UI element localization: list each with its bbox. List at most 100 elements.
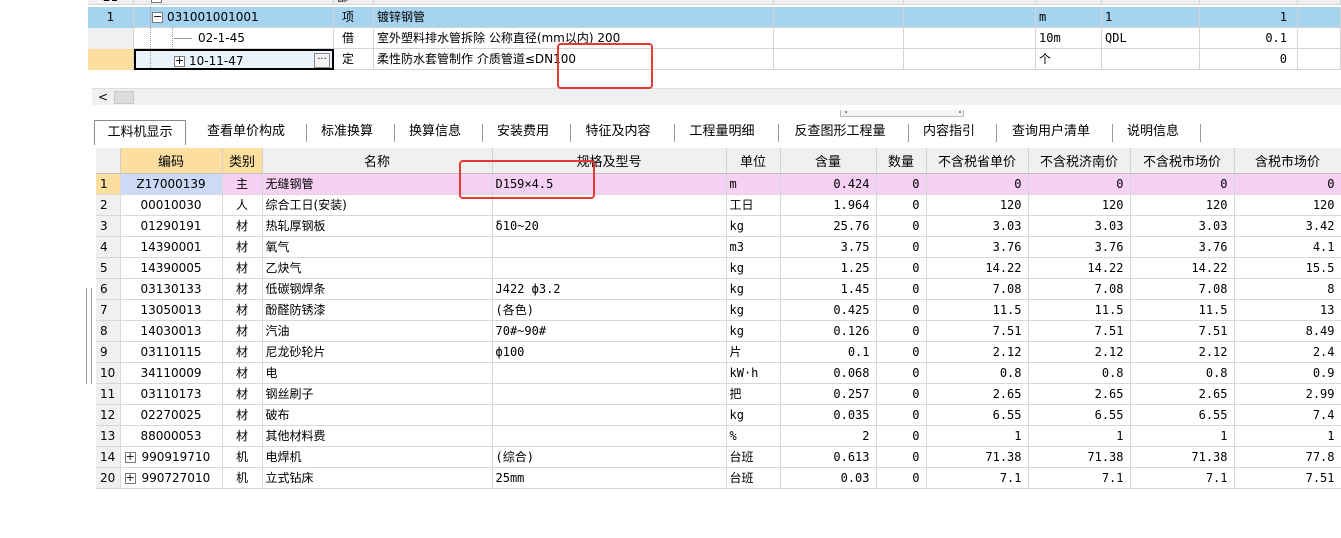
jinan-price-cell[interactable]: 7.08 — [1028, 278, 1131, 300]
tab-reverse-graphic-quantity[interactable]: 反查图形工程量 — [786, 120, 894, 145]
spec-cell[interactable]: ф100 — [492, 341, 727, 363]
spec-cell[interactable] — [492, 383, 727, 405]
province-price-cell[interactable]: 7.1 — [926, 467, 1029, 489]
expand-icon[interactable]: + — [124, 451, 136, 463]
name-cell[interactable]: 乙炔气 — [262, 257, 493, 279]
name-cell[interactable]: 其他材料费 — [262, 425, 493, 447]
jinan-price-cell[interactable]: 1 — [1028, 425, 1131, 447]
spec-cell[interactable]: 70#~90# — [492, 320, 727, 342]
market-price-cell[interactable]: 14.22 — [1130, 257, 1235, 279]
market-price-tax-cell[interactable]: 120 — [1234, 194, 1341, 216]
qty-cell[interactable]: 1 — [1200, 7, 1298, 28]
name-cell[interactable]: 汽油 — [262, 320, 493, 342]
type-cell[interactable]: 材 — [222, 383, 263, 405]
type-cell[interactable]: 材 — [222, 257, 263, 279]
name-cell[interactable]: 热轧厚钢板 — [262, 215, 493, 237]
name-cell[interactable]: 钢丝刷子 — [262, 383, 493, 405]
content-cell[interactable]: 1.45 — [780, 278, 877, 300]
unit-cell[interactable]: m — [726, 173, 781, 195]
name-cell[interactable]: 无缝钢管 — [262, 173, 493, 195]
unit-cell[interactable]: % — [726, 425, 781, 447]
unit-cell[interactable]: kg — [726, 257, 781, 279]
resource-row[interactable]: 14 +990919710 机电焊机 (综合) 台班 0.613 0 71.38 71.38 71… — [96, 446, 1341, 468]
market-price-cell[interactable]: 1 — [1130, 425, 1235, 447]
code-cell[interactable]: +990727010 — [120, 467, 223, 489]
code-cell[interactable]: 00010030 — [120, 194, 223, 216]
tab-content-guide[interactable]: 内容指引 — [916, 120, 982, 145]
unit-cell[interactable]: kg — [726, 299, 781, 321]
market-price-tax-cell[interactable]: 1 — [1234, 425, 1341, 447]
name-cell[interactable]: 酚醛防锈漆 — [262, 299, 493, 321]
resource-row[interactable]: 5 14390005 材乙炔气 kg 1.25 0 14.22 14.22 14.22 15.5 — [96, 257, 1341, 279]
province-price-cell[interactable]: 120 — [926, 194, 1029, 216]
province-price-cell[interactable]: 6.55 — [926, 404, 1029, 426]
tab-quantity-detail[interactable]: 工程量明细 — [682, 120, 762, 145]
content-cell[interactable]: 0.068 — [780, 362, 877, 384]
jinan-price-cell[interactable]: 2.12 — [1028, 341, 1131, 363]
col-header-content[interactable]: 含量 — [780, 148, 877, 174]
qty-cell[interactable]: 0 — [1200, 49, 1298, 70]
resource-row[interactable]: 13 88000053 材其他材料费% 2 0 1 1 1 1 — [96, 425, 1341, 447]
quantity-cell[interactable]: 0 — [876, 383, 927, 405]
expand-icon[interactable]: + — [174, 55, 185, 67]
tab-unit-price-composition[interactable]: 查看单价构成 — [200, 120, 292, 145]
jinan-price-cell[interactable]: 2.65 — [1028, 383, 1131, 405]
content-cell[interactable]: 0.03 — [780, 467, 877, 489]
resource-row[interactable]: 10 34110009 材电 kW·h 0.068 0 0.8 0.8 0.8 0.9 — [96, 362, 1341, 384]
province-price-cell[interactable]: 1 — [926, 425, 1029, 447]
jinan-price-cell[interactable]: 14.22 — [1028, 257, 1131, 279]
province-price-cell[interactable]: 2.65 — [926, 383, 1029, 405]
col-header-code[interactable]: 编码 — [120, 148, 223, 174]
jinan-price-cell[interactable]: 6.55 — [1028, 404, 1131, 426]
name-cell[interactable]: 尼龙砂轮片 — [262, 341, 493, 363]
province-price-cell[interactable]: 0 — [926, 173, 1029, 195]
unit-cell[interactable]: kg — [726, 215, 781, 237]
type-cell[interactable]: 机 — [222, 446, 263, 468]
spec-cell[interactable] — [492, 362, 727, 384]
spec-cell[interactable]: δ10~20 — [492, 215, 727, 237]
collapse-icon[interactable]: − — [152, 11, 163, 23]
code-cell-selected[interactable]: +10-11-47 ··· — [134, 49, 334, 70]
code-cell[interactable]: 02-1-45 — [134, 28, 334, 49]
content-cell[interactable]: 0.126 — [780, 320, 877, 342]
spec-cell[interactable]: 25mm — [492, 467, 727, 489]
content-cell[interactable]: 0.613 — [780, 446, 877, 468]
unit-cell[interactable]: kg — [726, 278, 781, 300]
market-price-tax-cell[interactable]: 2.4 — [1234, 341, 1341, 363]
market-price-cell[interactable]: 71.38 — [1130, 446, 1235, 468]
content-cell[interactable]: 0.424 — [780, 173, 877, 195]
market-price-cell[interactable]: 7.08 — [1130, 278, 1235, 300]
quantity-cell[interactable]: 0 — [876, 257, 927, 279]
qty-cell[interactable]: 0.1 — [1200, 28, 1298, 49]
col-header-type[interactable]: 类别 — [222, 148, 263, 174]
scroll-thumb[interactable] — [114, 91, 134, 104]
code-cell[interactable]: 03130133 — [120, 278, 223, 300]
name-cell[interactable]: 立式钻床 — [262, 467, 493, 489]
quantity-cell[interactable]: 0 — [876, 425, 927, 447]
market-price-cell[interactable]: 2.12 — [1130, 341, 1235, 363]
type-cell[interactable]: 机 — [222, 467, 263, 489]
tab-conversion-info[interactable]: 换算信息 — [402, 120, 468, 145]
jinan-price-cell[interactable]: 7.51 — [1028, 320, 1131, 342]
quantity-cell[interactable]: 0 — [876, 278, 927, 300]
resource-row[interactable]: 6 03130133 材低碳钢焊条 J422 ф3.2 kg 1.45 0 7.08 7.08 7… — [96, 278, 1341, 300]
jinan-price-cell[interactable]: 3.76 — [1028, 236, 1131, 258]
unit-cell[interactable]: kg — [726, 320, 781, 342]
resource-row[interactable]: 2 00010030 人综合工日(安装) 工日 1.964 0 120 120 120 120 — [96, 194, 1341, 216]
bill-row-10-11-47[interactable]: +10-11-47 ··· 定 柔性防水套管制作 介质管道≤DN100 个 0 — [88, 49, 1341, 70]
province-price-cell[interactable]: 11.5 — [926, 299, 1029, 321]
code-cell[interactable]: 01290191 — [120, 215, 223, 237]
tab-installation-fee[interactable]: 安装费用 — [490, 120, 556, 145]
spec-cell[interactable] — [492, 425, 727, 447]
tab-features-content[interactable]: 特征及内容 — [578, 120, 658, 145]
code-cell[interactable]: −031001001001 — [134, 7, 334, 28]
market-price-tax-cell[interactable]: 3.42 — [1234, 215, 1341, 237]
name-cell[interactable]: 综合工日(安装) — [262, 194, 493, 216]
market-price-tax-cell[interactable]: 4.1 — [1234, 236, 1341, 258]
resource-row[interactable]: 9 03110115 材尼龙砂轮片 ф100 片 0.1 0 2.12 2.12 2.12 2.4 — [96, 341, 1341, 363]
type-cell[interactable]: 人 — [222, 194, 263, 216]
market-price-tax-cell[interactable]: 8 — [1234, 278, 1341, 300]
content-cell[interactable]: 0.257 — [780, 383, 877, 405]
spec-cell[interactable] — [492, 236, 727, 258]
jinan-price-cell[interactable]: 0 — [1028, 173, 1131, 195]
